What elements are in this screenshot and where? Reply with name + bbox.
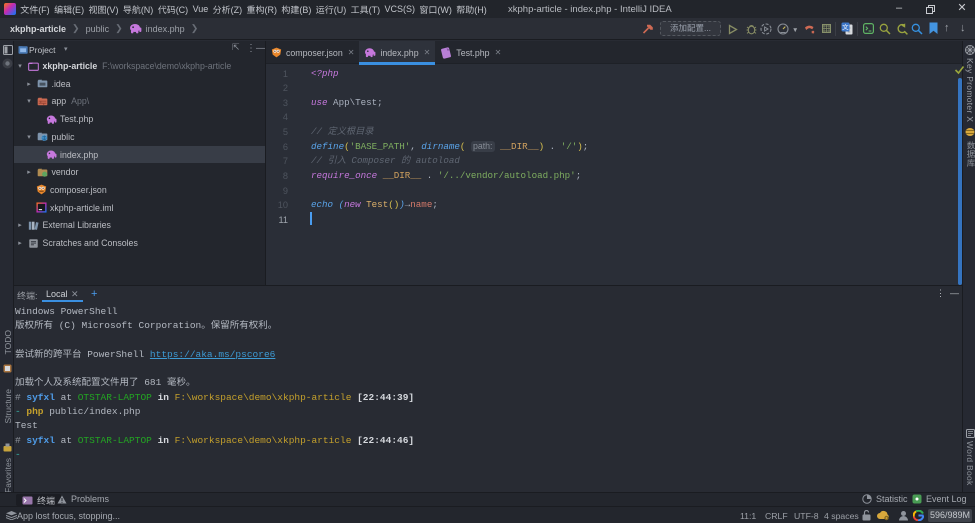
svg-text:文: 文	[842, 22, 849, 31]
